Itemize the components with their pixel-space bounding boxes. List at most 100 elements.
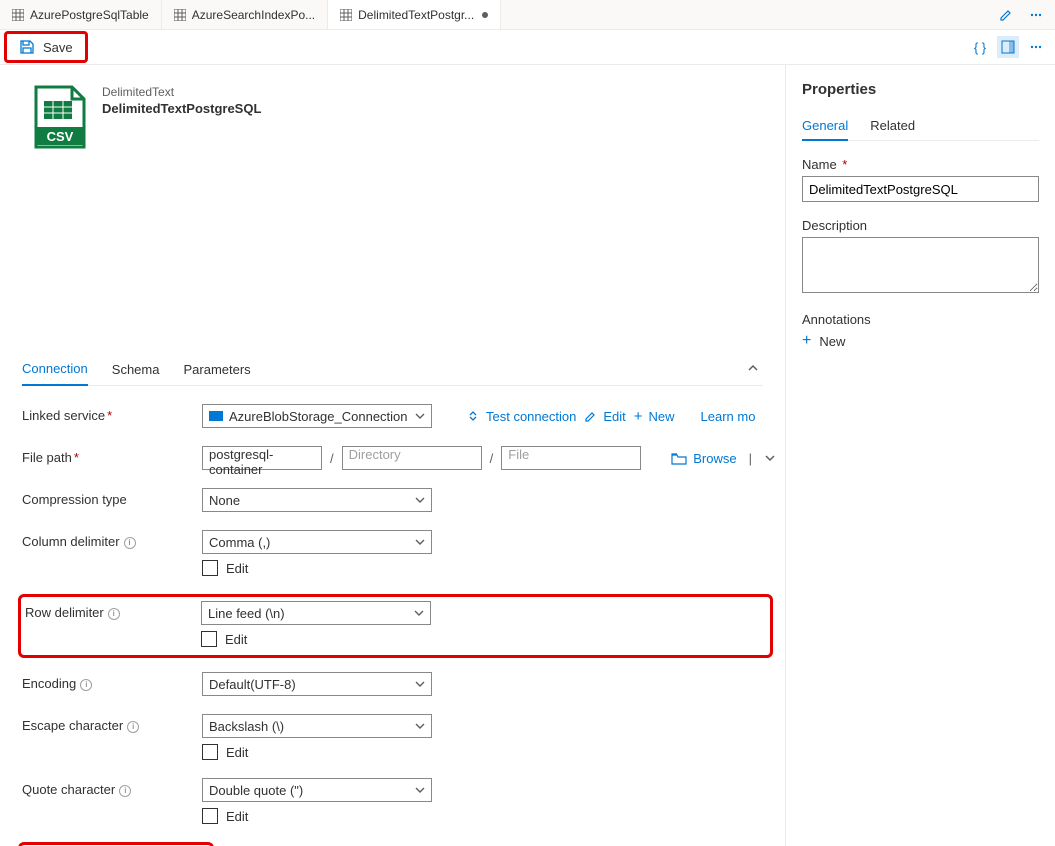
dataset-name: DelimitedTextPostgreSQL [102, 101, 261, 116]
chevron-down-icon [415, 679, 425, 689]
chevron-down-icon [415, 537, 425, 547]
unsaved-indicator-icon [482, 12, 488, 18]
edit-label: Edit [603, 409, 625, 424]
divider: | [749, 451, 752, 466]
column-delimiter-select[interactable]: Comma (,) [202, 530, 432, 554]
required-star: * [107, 408, 112, 423]
browse-label: Browse [693, 451, 736, 466]
row-delimiter-label: Row delimiter [25, 605, 104, 620]
test-connection-button[interactable]: Test connection [466, 409, 576, 424]
row-delimiter-edit-checkbox[interactable] [201, 631, 217, 647]
edit-label: Edit [226, 561, 248, 576]
edit-label: Edit [226, 745, 248, 760]
dataset-table-icon [174, 9, 186, 21]
tab-general[interactable]: General [802, 112, 848, 141]
quote-character-edit-checkbox[interactable] [202, 808, 218, 824]
edit-label: Edit [225, 632, 247, 647]
info-icon[interactable]: i [127, 721, 139, 733]
linked-service-value: AzureBlobStorage_Connection [229, 409, 408, 424]
row-column-delimiter: Column delimiter i Comma (,) Edit [22, 530, 779, 576]
properties-icon[interactable] [997, 36, 1019, 58]
directory-input[interactable]: Directory [342, 446, 482, 470]
save-button[interactable]: Save [7, 34, 85, 60]
compression-type-select[interactable]: None [202, 488, 432, 512]
test-connection-label: Test connection [486, 409, 576, 424]
container-input[interactable]: postgresql-container [202, 446, 322, 470]
escape-character-edit-checkbox[interactable] [202, 744, 218, 760]
quote-character-select[interactable]: Double quote (") [202, 778, 432, 802]
edit-label: Edit [226, 809, 248, 824]
chevron-down-icon [414, 608, 424, 618]
tab-label: AzurePostgreSqlTable [30, 8, 149, 22]
quote-character-label: Quote character [22, 782, 115, 797]
tab-delimitedtextpostgresql[interactable]: DelimitedTextPostgr... [328, 0, 501, 29]
json-view-icon[interactable]: { } [969, 36, 991, 58]
chevron-down-icon [415, 411, 425, 421]
new-linked-service-button[interactable]: + New [634, 408, 675, 425]
chevron-down-icon[interactable] [764, 452, 776, 464]
info-icon[interactable]: i [108, 608, 120, 620]
learn-more-link[interactable]: Learn mo [701, 409, 756, 424]
save-icon [19, 39, 35, 55]
tab-azuresearchindex[interactable]: AzureSearchIndexPo... [162, 0, 328, 29]
edit-pencil-icon[interactable] [995, 4, 1017, 26]
linked-service-select[interactable]: AzureBlobStorage_Connection [202, 404, 432, 428]
save-label: Save [43, 40, 73, 55]
annotations-label: Annotations [802, 312, 1039, 327]
escape-character-select[interactable]: Backslash (\) [202, 714, 432, 738]
tab-related[interactable]: Related [870, 112, 915, 140]
dataset-inner-tabs: Connection Schema Parameters [22, 353, 763, 386]
tab-schema[interactable]: Schema [112, 354, 160, 385]
info-icon[interactable]: i [124, 537, 136, 549]
row-row-delimiter: Row delimiter i Line feed (\n) Edit [21, 601, 768, 647]
quote-character-value: Double quote (") [209, 783, 303, 798]
row-escape-character: Escape character i Backslash (\) Edit [22, 714, 779, 760]
encoding-select[interactable]: Default(UTF-8) [202, 672, 432, 696]
info-icon[interactable]: i [119, 785, 131, 797]
new-annotation-button[interactable]: + New [802, 333, 1039, 349]
tab-label: DelimitedTextPostgr... [358, 8, 474, 22]
plus-icon: + [802, 333, 811, 349]
csv-file-icon: CSV [32, 85, 88, 149]
more-actions-icon[interactable] [1025, 4, 1047, 26]
linked-service-label: Linked service [22, 408, 105, 423]
properties-panel: Properties General Related Name * Descri… [785, 65, 1055, 846]
name-field-label: Name [802, 157, 837, 172]
column-delimiter-value: Comma (,) [209, 535, 270, 550]
escape-character-value: Backslash (\) [209, 719, 284, 734]
encoding-value: Default(UTF-8) [209, 677, 296, 692]
properties-title: Properties [802, 81, 1039, 98]
escape-character-label: Escape character [22, 718, 123, 733]
editor-tabs-bar: AzurePostgreSqlTable AzureSearchIndexPo.… [0, 0, 1055, 30]
file-input[interactable]: File [501, 446, 641, 470]
tab-connection[interactable]: Connection [22, 353, 88, 386]
path-separator: / [330, 451, 334, 466]
tab-parameters[interactable]: Parameters [183, 354, 250, 385]
column-delimiter-edit-checkbox[interactable] [202, 560, 218, 576]
row-delimiter-value: Line feed (\n) [208, 606, 285, 621]
path-separator: / [490, 451, 494, 466]
svg-text:CSV: CSV [47, 129, 74, 144]
edit-linked-service-button[interactable]: Edit [584, 409, 625, 424]
tab-azurepostgresqltable[interactable]: AzurePostgreSqlTable [0, 0, 162, 29]
browse-button[interactable]: Browse [671, 451, 736, 466]
row-delimiter-select[interactable]: Line feed (\n) [201, 601, 431, 625]
chevron-down-icon [415, 495, 425, 505]
new-label: New [649, 409, 675, 424]
dataset-table-icon [340, 9, 352, 21]
chevron-down-icon [415, 721, 425, 731]
name-input[interactable] [802, 176, 1039, 202]
chevron-down-icon [415, 785, 425, 795]
compression-type-label: Compression type [22, 488, 202, 507]
column-delimiter-label: Column delimiter [22, 534, 120, 549]
filepath-label: File path [22, 450, 72, 465]
more-icon[interactable] [1025, 36, 1047, 58]
collapse-icon[interactable] [747, 362, 759, 377]
row-compression-type: Compression type None [22, 488, 779, 512]
row-file-path: File path* postgresql-container / Direct… [22, 446, 779, 470]
info-icon[interactable]: i [80, 679, 92, 691]
dataset-type: DelimitedText [102, 85, 261, 99]
description-field-label: Description [802, 218, 1039, 233]
storage-icon [209, 411, 223, 421]
description-input[interactable] [802, 237, 1039, 293]
